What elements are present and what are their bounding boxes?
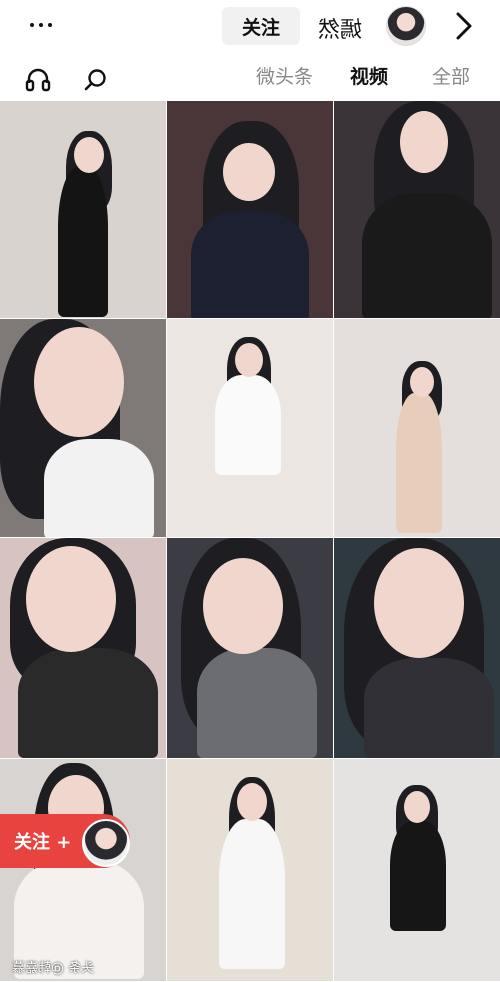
- video-thumbnail[interactable]: [0, 538, 166, 758]
- tab-all[interactable]: 全部: [432, 62, 470, 89]
- outfit-shape: [362, 193, 492, 318]
- outfit-shape: [390, 821, 446, 931]
- video-thumbnail[interactable]: [0, 101, 166, 318]
- video-thumbnail[interactable]: [334, 101, 500, 318]
- search-icon: [84, 69, 106, 91]
- face-shape: [400, 111, 448, 173]
- outfit-shape: [364, 658, 494, 758]
- more-options-button[interactable]: [26, 10, 56, 40]
- face-shape: [74, 137, 104, 173]
- top-bar: 关注 嫣然: [0, 0, 500, 52]
- headphones-button[interactable]: [24, 66, 52, 94]
- face-shape: [203, 558, 283, 654]
- face-shape: [410, 367, 434, 397]
- tab-micro-headlines[interactable]: 微头条: [256, 62, 313, 89]
- face-shape: [374, 548, 464, 658]
- outfit-shape: [44, 439, 154, 537]
- video-thumbnail[interactable]: [167, 319, 333, 537]
- face-shape: [26, 546, 116, 652]
- face-shape: [404, 791, 430, 823]
- outfit-shape: [396, 393, 442, 533]
- video-thumbnail[interactable]: [167, 101, 333, 318]
- chevron-right-icon: [456, 12, 472, 40]
- video-thumbnail[interactable]: [334, 759, 500, 981]
- outfit-shape: [215, 375, 281, 475]
- outfit-shape: [219, 819, 285, 969]
- face-shape: [235, 343, 263, 377]
- outfit-shape: [197, 648, 317, 758]
- profile-tabs: 微头条 视频 全部: [0, 56, 500, 100]
- video-thumbnail[interactable]: [334, 319, 500, 537]
- floating-avatar: [82, 819, 130, 867]
- video-thumbnail[interactable]: [334, 538, 500, 758]
- back-button[interactable]: [444, 6, 484, 46]
- floating-follow-label: 关注 +: [14, 832, 72, 853]
- headphones-icon: [25, 68, 51, 92]
- video-thumbnail[interactable]: [0, 759, 166, 981]
- video-thumbnail[interactable]: [167, 759, 333, 981]
- face-shape: [237, 783, 267, 821]
- face-shape: [223, 143, 275, 201]
- follow-button[interactable]: 关注: [222, 7, 300, 45]
- outfit-shape: [18, 648, 158, 758]
- profile-username: 嫣然: [318, 18, 363, 43]
- search-button[interactable]: [82, 66, 110, 94]
- outfit-shape: [191, 211, 309, 318]
- video-thumbnail[interactable]: [167, 538, 333, 758]
- floating-follow-button[interactable]: 关注 +: [0, 814, 130, 868]
- tab-videos[interactable]: 视频: [350, 62, 388, 89]
- watermark: 头条 @韩嘉慕: [12, 961, 95, 976]
- face-shape: [34, 327, 124, 437]
- outfit-shape: [58, 167, 108, 317]
- avatar[interactable]: [386, 6, 426, 46]
- more-icon: [30, 23, 52, 27]
- video-thumbnail[interactable]: [0, 319, 166, 537]
